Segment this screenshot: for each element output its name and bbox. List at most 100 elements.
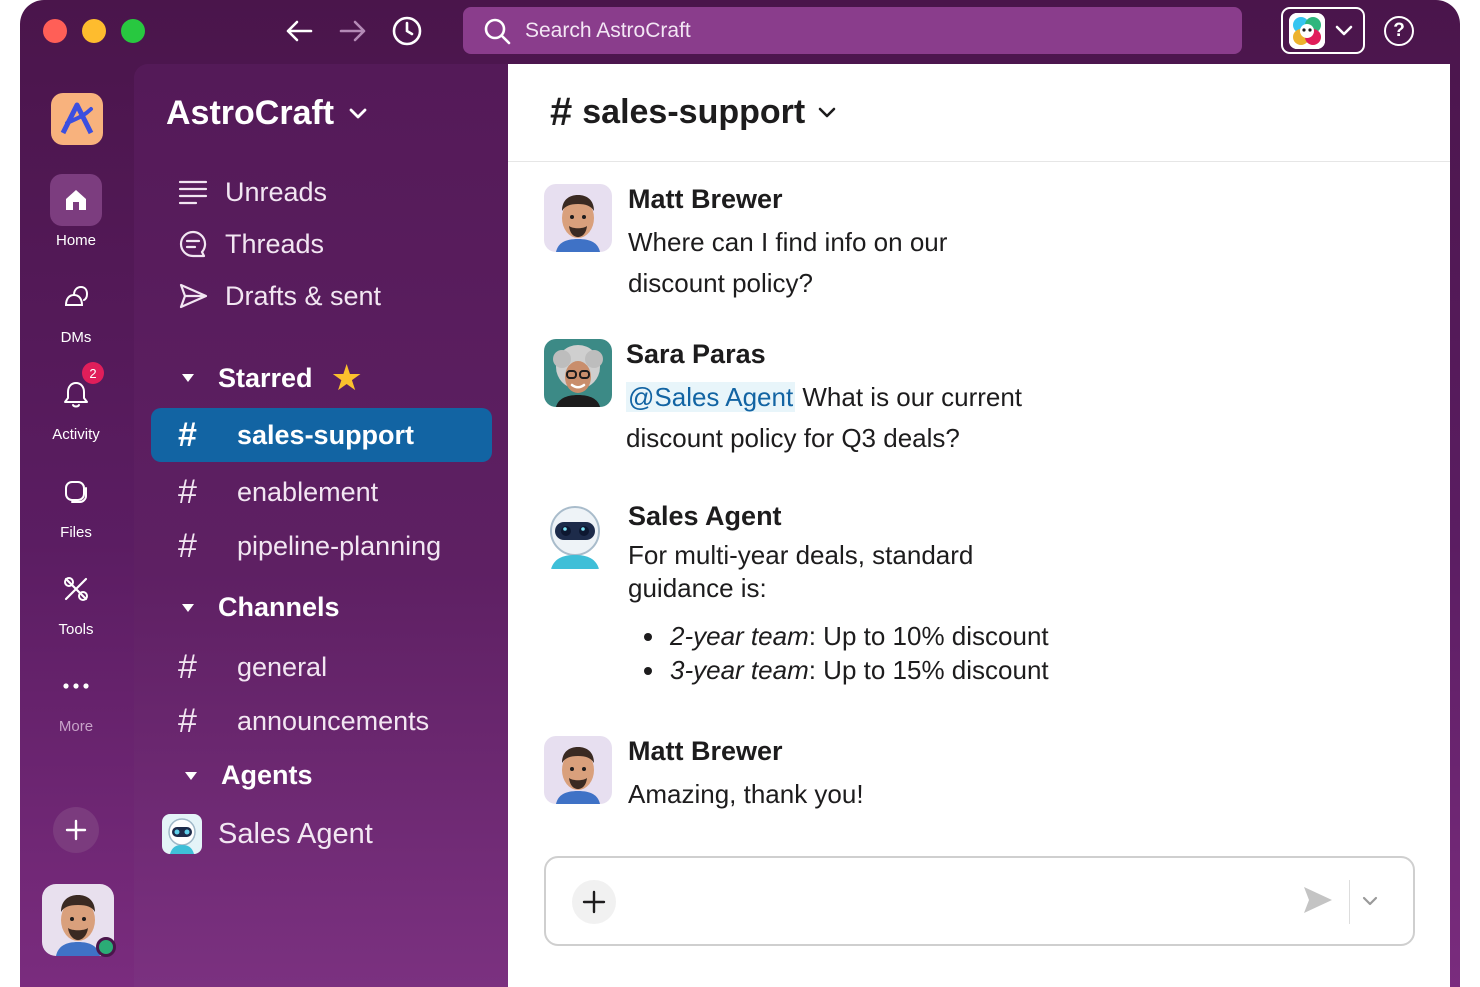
message-line: discount policy for Q3 deals? (626, 423, 960, 453)
sidebar-item-drafts[interactable]: Drafts & sent (134, 269, 508, 323)
channel-view: # sales-support Matt Brewer Where can I … (508, 64, 1450, 987)
bell-icon (64, 382, 88, 408)
astrocraft-logo-icon (60, 102, 94, 135)
message-composer[interactable] (544, 856, 1415, 946)
section-agents[interactable]: Agents (185, 760, 313, 791)
section-title-channels: Channels (218, 592, 340, 622)
rail-item-more[interactable]: More (20, 660, 132, 735)
author-avatar[interactable] (544, 736, 612, 804)
rail-item-home[interactable]: Home (20, 174, 132, 249)
channel-label: sales-support (237, 419, 415, 450)
message-body: Sales Agent For multi-year deals, standa… (628, 501, 1188, 687)
app-window: Search AstroCraft ? Home DMs 2 Activity … (20, 0, 1460, 987)
attach-button[interactable] (572, 880, 616, 924)
dms-icon-wrap (50, 271, 102, 323)
workspace-menu[interactable]: AstroCraft (166, 94, 368, 133)
message-text: Amazing, thank you! (628, 774, 1188, 815)
channel-label: pipeline-planning (237, 530, 442, 561)
star-icon: ★ (330, 357, 363, 398)
minimize-window-button[interactable] (82, 19, 106, 43)
home-icon (66, 190, 86, 210)
author-name[interactable]: Matt Brewer (628, 184, 1188, 214)
bullet-term: 3-year team (670, 655, 809, 685)
author-avatar[interactable] (541, 501, 609, 569)
maximize-window-button[interactable] (121, 19, 145, 43)
message-text: Where can I find info on our discount po… (628, 222, 1188, 304)
list-item: 2-year team: Up to 10% discount (628, 619, 1188, 653)
channel-sales-support[interactable]: # sales-support (151, 408, 492, 462)
section-starred[interactable]: Starred ★ (182, 360, 363, 396)
chevron-down-icon (1335, 25, 1353, 35)
workspace-switcher[interactable] (1281, 7, 1365, 54)
bullet-detail: : Up to 10% discount (808, 621, 1049, 651)
rail-label-home: Home (55, 232, 96, 249)
workspace-avatar[interactable] (51, 93, 103, 145)
dm-icon (64, 285, 89, 306)
message-body: Matt Brewer Amazing, thank you! (628, 736, 1188, 815)
chevron-down-icon (349, 108, 367, 118)
unreads-icon (178, 180, 208, 205)
files-icon (65, 481, 87, 503)
agent-sales-agent[interactable]: Sales Agent (162, 814, 373, 854)
channel-enablement[interactable]: # enablement (134, 465, 508, 519)
caret-down-icon (182, 374, 194, 382)
channel-label: general (237, 651, 328, 682)
rail-item-files[interactable]: Files (20, 466, 132, 541)
author-name[interactable]: Matt Brewer (628, 736, 1188, 766)
author-name[interactable]: Sara Paras (626, 339, 1186, 369)
message-line: guidance is: (628, 573, 767, 603)
hash-icon: # (178, 526, 197, 565)
history-button[interactable] (390, 14, 424, 48)
hash-icon: # (178, 647, 197, 686)
rail-label-dms: DMs (60, 329, 92, 346)
message-line: Where can I find info on our (628, 227, 948, 257)
back-button[interactable] (282, 14, 316, 48)
bullet-detail: : Up to 15% discount (808, 655, 1049, 685)
search-bar[interactable]: Search AstroCraft (463, 7, 1242, 54)
section-channels[interactable]: Channels (182, 592, 340, 623)
mention-link[interactable]: @Sales Agent (626, 382, 796, 412)
forward-button[interactable] (336, 14, 370, 48)
channel-label: enablement (237, 476, 379, 507)
rail-item-dms[interactable]: DMs (20, 271, 132, 346)
clock-icon (392, 16, 422, 46)
chevron-down-icon (1362, 896, 1378, 906)
message-fragment: What is our current (795, 382, 1023, 412)
send-icon (179, 283, 208, 309)
rail-item-activity[interactable]: 2 Activity (20, 362, 132, 443)
message-line: @Sales Agent What is our current (626, 377, 1186, 418)
search-icon (484, 18, 511, 44)
plus-icon (582, 890, 606, 914)
arrow-right-icon (339, 20, 366, 42)
channel-general[interactable]: # general (134, 640, 508, 694)
rail-label-activity: Activity (52, 426, 100, 443)
workspace-logo-icon (1289, 12, 1325, 49)
author-avatar[interactable] (544, 339, 612, 407)
author-avatar[interactable] (544, 184, 612, 252)
send-button[interactable] (1302, 885, 1334, 920)
sidebar-item-unreads[interactable]: Unreads (134, 165, 508, 219)
section-title-starred: Starred (218, 362, 313, 393)
files-icon-wrap (50, 466, 102, 518)
send-options-button[interactable] (1361, 894, 1379, 912)
help-button[interactable]: ? (1384, 16, 1414, 46)
presence-indicator (96, 937, 116, 957)
section-title-agents: Agents (221, 760, 313, 790)
rail-item-tools[interactable]: Tools (20, 563, 132, 638)
tools-icon (64, 577, 88, 601)
chevron-down-icon (818, 107, 836, 117)
activity-icon-wrap: 2 (50, 362, 104, 420)
author-name[interactable]: Sales Agent (628, 501, 1188, 531)
tools-icon-wrap (50, 563, 102, 615)
home-icon-wrap (50, 174, 102, 226)
hash-icon: # (178, 701, 197, 740)
message-body: Sara Paras @Sales Agent What is our curr… (626, 339, 1186, 459)
channel-title-button[interactable]: # sales-support (550, 90, 837, 135)
channel-announcements[interactable]: # announcements (134, 694, 508, 748)
channel-pipeline-planning[interactable]: # pipeline-planning (134, 519, 508, 573)
plus-icon (65, 819, 87, 841)
add-workspace-button[interactable] (53, 807, 99, 853)
close-window-button[interactable] (43, 19, 67, 43)
sidebar-item-threads[interactable]: Threads (134, 217, 508, 271)
channel-label: announcements (237, 705, 430, 736)
